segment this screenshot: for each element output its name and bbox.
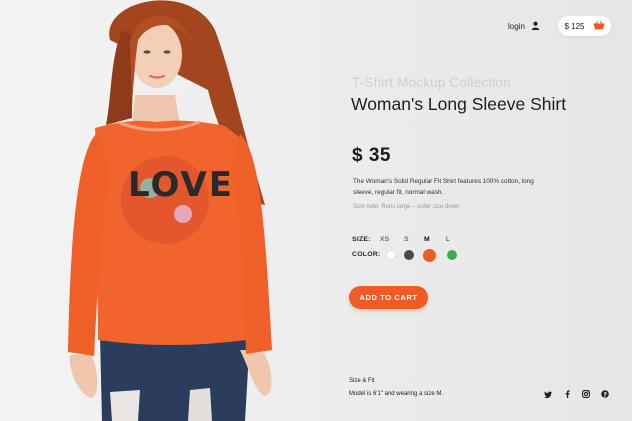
size-fit-title: Size & Fit [349,378,375,384]
product-image: LOVE [68,0,272,421]
collection-label: T-Shirt Mockup Collection [352,75,511,90]
product-page: LOVE login $ 125 T-Shirt Mockup Collecti… [0,0,632,421]
shirt-print-top: LOVE [128,165,234,205]
size-option-m[interactable]: M [424,236,430,243]
user-icon [531,21,540,32]
size-label: SIZE: [352,236,371,243]
product-title: Woman's Long Sleeve Shirt [351,94,567,114]
size-option-xs[interactable]: XS [380,236,389,243]
instagram-icon[interactable] [581,389,591,399]
login-link[interactable]: login [508,21,540,32]
facebook-icon[interactable] [562,389,572,399]
size-note: Size note: Runs large – order size down [353,204,460,210]
cart-button[interactable]: $ 125 [558,16,611,36]
twitter-icon[interactable] [543,389,553,399]
color-swatch-white[interactable] [386,250,396,260]
size-option-l[interactable]: L [446,236,450,243]
login-label: login [508,22,525,31]
size-option-s[interactable]: S [404,236,409,243]
color-swatch-green[interactable] [447,250,457,260]
add-to-cart-button[interactable]: ADD TO CART [349,286,428,309]
product-description: The Woman's Solid Regular Fit Shirt feat… [353,178,534,196]
cart-total: $ 125 [564,21,585,31]
color-swatch-orange[interactable] [423,248,436,262]
size-fit-text: Model is 6'1" and wearing a size M. [349,391,443,397]
product-price: $ 35 [352,145,391,166]
color-swatch-gray[interactable] [404,250,414,260]
pinterest-icon[interactable] [600,389,610,399]
basket-icon [593,20,605,32]
color-label: COLOR: [352,251,381,258]
